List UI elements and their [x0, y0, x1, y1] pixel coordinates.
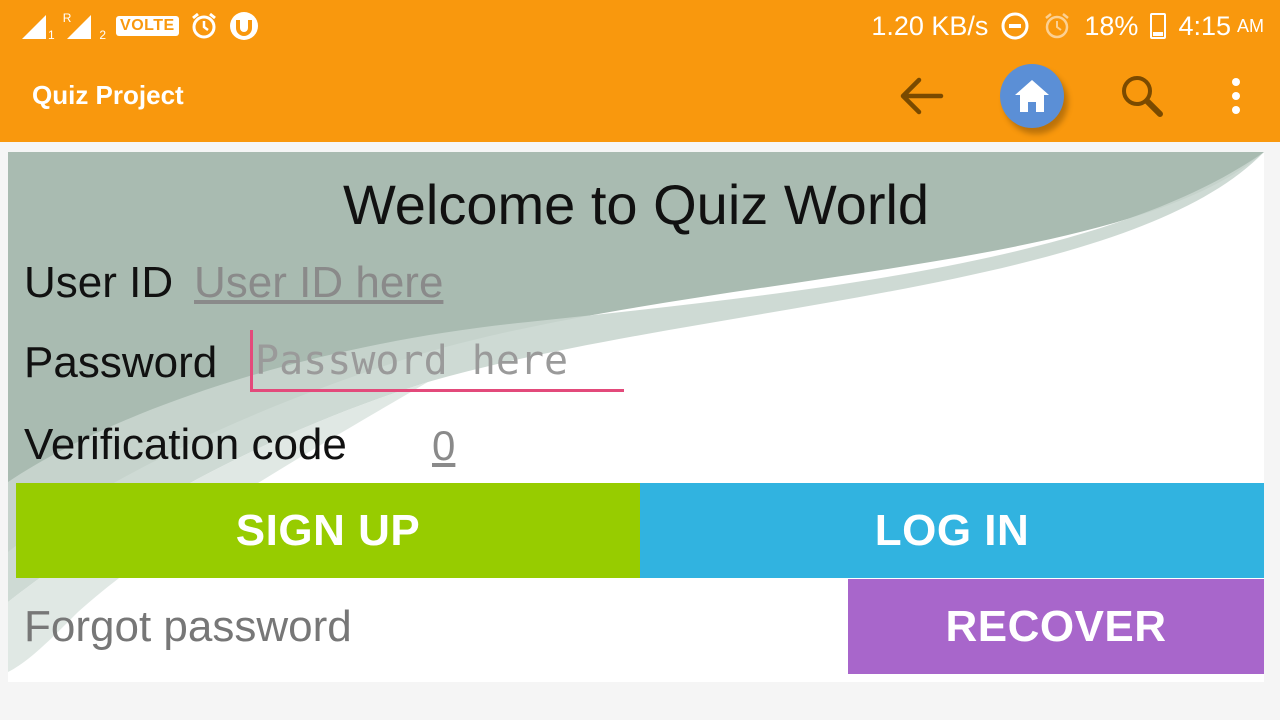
clock-ampm: AM	[1237, 15, 1264, 36]
home-button[interactable]	[1000, 64, 1064, 128]
recover-button[interactable]: RECOVER	[848, 579, 1264, 674]
verification-code-field[interactable]: 0	[432, 422, 455, 470]
status-right: 1.20 KB/s 18% 4:15 AM	[871, 8, 1264, 44]
signal-icon	[20, 11, 50, 41]
password-field[interactable]: Password here	[250, 330, 624, 392]
back-arrow-icon	[900, 77, 944, 115]
volte-icon: VOLTE	[116, 16, 179, 36]
search-button[interactable]	[1110, 64, 1174, 128]
signal-roaming-icon	[65, 11, 95, 41]
search-icon	[1122, 76, 1163, 117]
battery-percent: 18%	[1084, 10, 1139, 41]
home-icon	[1015, 80, 1049, 112]
utorrent-icon	[229, 12, 258, 40]
forgot-password-label: Forgot password	[24, 602, 352, 651]
alarm-icon	[1045, 13, 1070, 39]
status-left: 1 R 2 VOLTE	[20, 8, 259, 44]
login-card: Welcome to Quiz World User ID User ID he…	[8, 152, 1264, 682]
data-saver-icon	[1001, 12, 1029, 40]
sim2-label: 2	[99, 28, 107, 42]
back-button[interactable]	[888, 64, 952, 128]
network-speed: 1.20 KB/s	[871, 10, 989, 41]
log-in-button[interactable]: LOG IN	[640, 483, 1264, 578]
status-bar: 1 R 2 VOLTE 1.20 KB/s 18% 4:15 AM	[0, 0, 1280, 52]
user-id-field[interactable]: User ID here	[194, 258, 443, 308]
welcome-heading: Welcome to Quiz World	[342, 173, 930, 236]
sign-up-button[interactable]: SIGN UP	[16, 483, 640, 578]
password-label: Password	[24, 338, 218, 387]
app-title: Quiz Project	[32, 80, 184, 110]
verification-code-label: Verification code	[24, 420, 347, 469]
app-bar: Quiz Project	[0, 52, 1280, 142]
clock-time: 4:15	[1178, 10, 1231, 41]
overflow-menu-icon	[1232, 78, 1240, 114]
user-id-label: User ID	[24, 258, 174, 307]
alarm-icon	[191, 12, 216, 39]
overflow-menu-button[interactable]	[1204, 64, 1268, 128]
battery-icon	[1150, 13, 1167, 39]
